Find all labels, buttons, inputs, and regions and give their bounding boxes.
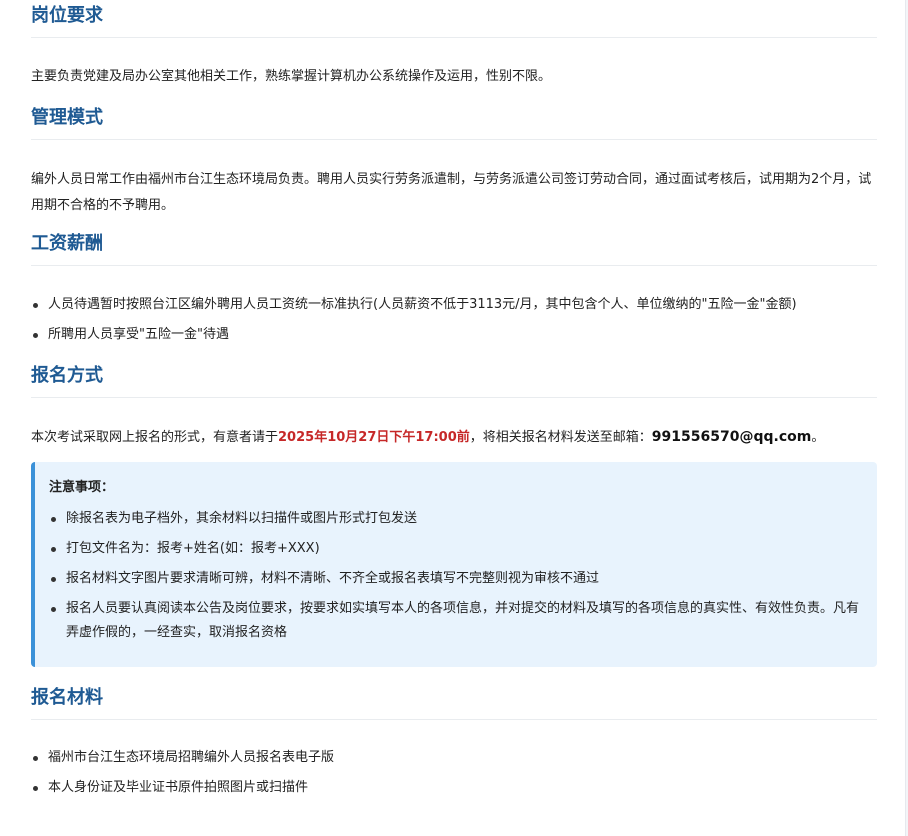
section-heading-management: 管理模式: [31, 102, 877, 140]
section-heading-requirements: 岗位要求: [31, 0, 877, 38]
section-heading-materials: 报名材料: [31, 682, 877, 720]
section-title-salary: 工资薪酬: [31, 233, 103, 254]
notice-list: 除报名表为电子档外，其余材料以扫描件或图片形式打包发送 打包文件名为：报考+姓名…: [49, 507, 865, 651]
notice-box: 注意事项： 除报名表为电子档外，其余材料以扫描件或图片形式打包发送 打包文件名为…: [31, 462, 877, 667]
registration-text-before: 本次考试采取网上报名的形式，有意者请于: [31, 430, 279, 445]
registration-deadline: 2025年10月27日下午17:00前: [278, 430, 470, 445]
notice-title: 注意事项：: [49, 480, 115, 495]
list-item: 打包文件名为：报考+姓名(如：报考+XXX): [49, 537, 865, 561]
requirements-text: 主要负责党建及局办公室其他相关工作，熟练掌握计算机办公系统操作及运用，性别不限。: [31, 69, 552, 84]
list-item: 福州市台江生态环境局招聘编外人员报名表电子版: [31, 746, 877, 770]
list-item: 所聘用人员享受"五险一金"待遇: [31, 323, 877, 347]
list-item: 本人身份证及毕业证书原件拍照图片或扫描件: [31, 776, 877, 800]
list-item: 人员待遇暂时按照台江区编外聘用人员工资统一标准执行(人员薪资不低于3113元/月…: [31, 293, 877, 317]
section-title-registration: 报名方式: [31, 365, 103, 386]
materials-list: 福州市台江生态环境局招聘编外人员报名表电子版 本人身份证及毕业证书原件拍照图片或…: [31, 746, 877, 806]
registration-email[interactable]: 991556570@qq.com: [652, 429, 812, 445]
salary-list: 人员待遇暂时按照台江区编外聘用人员工资统一标准执行(人员薪资不低于3113元/月…: [31, 293, 877, 353]
management-text: 编外人员日常工作由福州市台江生态环境局负责。聘用人员实行劳务派遣制，与劳务派遣公…: [31, 172, 872, 213]
registration-text-after: 。: [811, 430, 825, 445]
section-heading-registration: 报名方式: [31, 360, 877, 398]
section-title-requirements: 岗位要求: [31, 5, 103, 26]
list-item: 报名人员要认真阅读本公告及岗位要求，按要求如实填写本人的各项信息，并对提交的材料…: [49, 597, 865, 645]
list-item: 除报名表为电子档外，其余材料以扫描件或图片形式打包发送: [49, 507, 865, 531]
section-heading-salary: 工资薪酬: [31, 228, 877, 266]
section-title-materials: 报名材料: [31, 687, 103, 708]
list-item: 报名材料文字图片要求清晰可辨，材料不清晰、不齐全或报名表填写不完整则视为审核不通…: [49, 567, 865, 591]
section-title-management: 管理模式: [31, 107, 103, 128]
registration-text-middle: ，将相关报名材料发送至邮箱：: [469, 430, 652, 445]
content-card: 岗位要求 主要负责党建及局办公室其他相关工作，熟练掌握计算机办公系统操作及运用，…: [0, 0, 906, 836]
registration-text: 本次考试采取网上报名的形式，有意者请于2025年10月27日下午17:00前，将…: [31, 424, 877, 451]
